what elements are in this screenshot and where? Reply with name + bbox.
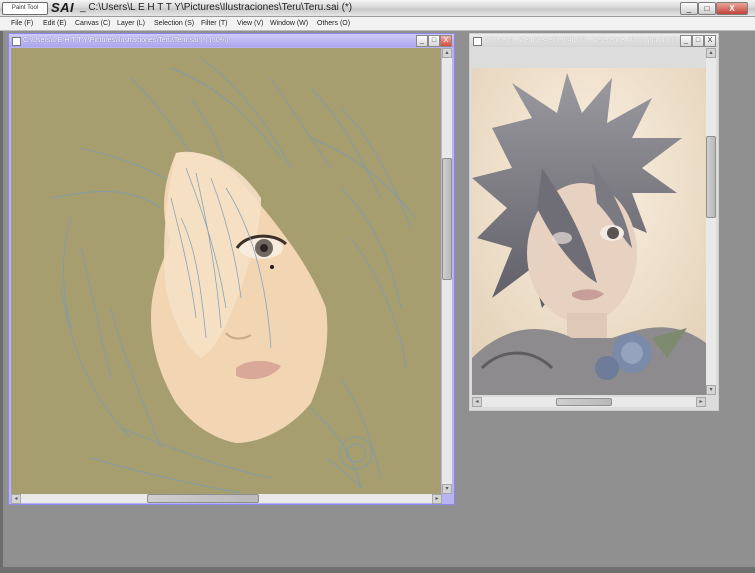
- reference-horizontal-scrollbar[interactable]: ◂ ▸: [472, 397, 706, 407]
- menu-window[interactable]: Window (W): [270, 18, 308, 29]
- reference-doc-close-button[interactable]: X: [704, 35, 716, 47]
- close-button[interactable]: X: [716, 2, 748, 15]
- app-title: _ C:\Users\L E H T T Y\Pictures\Ilustrac…: [80, 2, 353, 13]
- main-doc-title: C:\Users\L E H T T Y\Pictures\Ilustracio…: [23, 37, 229, 44]
- menu-others[interactable]: Others (O): [317, 18, 350, 29]
- reference-doc-minimize-button[interactable]: _: [680, 35, 692, 47]
- main-doc-titlebar[interactable]: C:\Users\L E H T T Y\Pictures\Ilustracio…: [9, 34, 454, 47]
- painting-artwork: [11, 48, 441, 494]
- main-doc-maximize-button[interactable]: □: [428, 35, 440, 47]
- drawing-canvas[interactable]: [11, 48, 441, 494]
- scroll-up-icon[interactable]: ▴: [442, 48, 452, 58]
- scroll-right-icon[interactable]: ▸: [696, 397, 706, 407]
- reference-document-window[interactable]: C:\Users\...\Teru\3e4ef6e5f4b78b...\refe…: [469, 33, 719, 411]
- main-horizontal-scrollbar[interactable]: ◂ ▸: [11, 494, 442, 504]
- document-icon: [473, 37, 482, 46]
- reference-doc-title: C:\Users\...\Teru\3e4ef6e5f4b78b...\refe…: [484, 37, 680, 44]
- logo-sai-text: SAI: [51, 0, 75, 15]
- bottom-strip: [0, 567, 755, 573]
- scroll-down-icon[interactable]: ▾: [442, 484, 452, 494]
- menu-edit[interactable]: Edit (E): [43, 18, 66, 29]
- menu-selection[interactable]: Selection (S): [154, 18, 194, 29]
- menu-filter[interactable]: Filter (T): [201, 18, 227, 29]
- menu-view[interactable]: View (V): [237, 18, 263, 29]
- left-strip: [0, 31, 3, 567]
- document-icon: [12, 37, 21, 46]
- app-titlebar: Paint Tool SAI _ C:\Users\L E H T T Y\Pi…: [0, 0, 755, 17]
- scroll-left-icon[interactable]: ◂: [11, 494, 21, 504]
- scroll-left-icon[interactable]: ◂: [472, 397, 482, 407]
- reference-doc-maximize-button[interactable]: □: [692, 35, 704, 47]
- menu-file[interactable]: File (F): [11, 18, 33, 29]
- main-doc-minimize-button[interactable]: _: [416, 35, 428, 47]
- menu-layer[interactable]: Layer (L): [117, 18, 145, 29]
- menu-canvas[interactable]: Canvas (C): [75, 18, 110, 29]
- minimize-button[interactable]: _: [680, 2, 698, 15]
- maximize-button[interactable]: □: [698, 2, 716, 15]
- reference-vertical-scrollbar[interactable]: ▴ ▾: [706, 48, 716, 395]
- menubar: File (F) Edit (E) Canvas (C) Layer (L) S…: [0, 17, 755, 31]
- reference-vertical-scroll-thumb[interactable]: [706, 136, 716, 218]
- reference-horizontal-scroll-thumb[interactable]: [556, 398, 612, 406]
- main-vertical-scrollbar[interactable]: ▴ ▾: [442, 48, 452, 494]
- scroll-up-icon[interactable]: ▴: [706, 48, 716, 58]
- scroll-right-icon[interactable]: ▸: [432, 494, 442, 504]
- main-vertical-scroll-thumb[interactable]: [442, 158, 452, 280]
- reference-doc-titlebar[interactable]: C:\Users\...\Teru\3e4ef6e5f4b78b...\refe…: [470, 34, 718, 47]
- main-horizontal-scroll-thumb[interactable]: [147, 494, 259, 503]
- reference-photo: [472, 68, 706, 395]
- app-logo-icon: Paint Tool: [2, 2, 48, 15]
- reference-canvas[interactable]: [472, 68, 706, 395]
- logo-text: Paint Tool: [11, 5, 39, 11]
- scroll-down-icon[interactable]: ▾: [706, 385, 716, 395]
- main-doc-close-button[interactable]: X: [440, 35, 452, 47]
- main-document-window[interactable]: C:\Users\L E H T T Y\Pictures\Ilustracio…: [8, 33, 455, 505]
